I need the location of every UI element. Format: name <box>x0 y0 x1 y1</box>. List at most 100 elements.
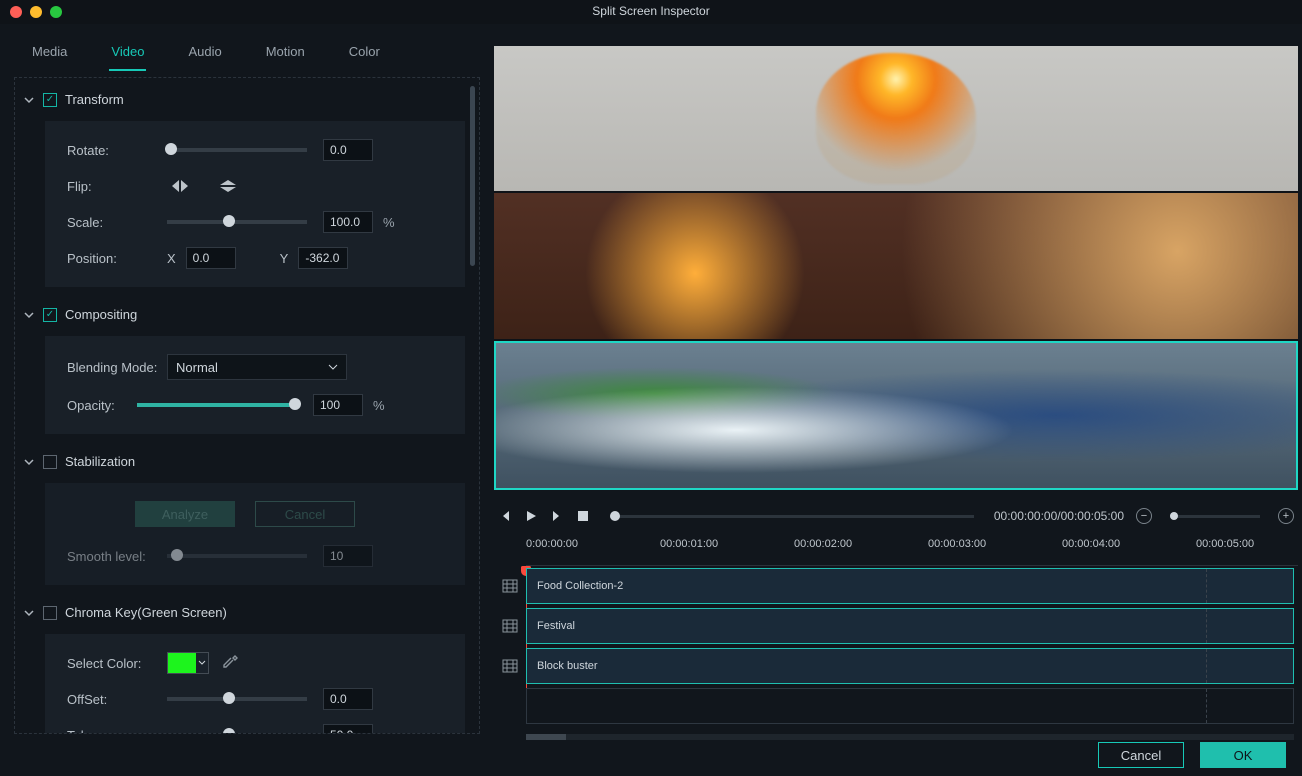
zoom-slider[interactable] <box>1170 515 1260 518</box>
flip-label: Flip: <box>67 179 167 194</box>
playback-bar: 00:00:00:00/00:00:05:00 − + <box>494 502 1298 530</box>
cancel-button[interactable]: Cancel <box>1098 742 1184 768</box>
y-label: Y <box>280 251 289 266</box>
blending-mode-value: Normal <box>176 360 218 375</box>
track-row: Food Collection-2 <box>494 566 1298 606</box>
scale-unit: % <box>383 215 395 230</box>
chevron-down-icon <box>196 653 208 673</box>
offset-slider[interactable] <box>167 697 307 701</box>
next-frame-button[interactable] <box>550 509 564 523</box>
playback-progress[interactable] <box>610 515 974 518</box>
chevron-down-icon <box>328 362 338 372</box>
clip-bar[interactable]: Food Collection-2 <box>526 568 1294 604</box>
chevron-down-icon <box>23 456 35 468</box>
inspector-tabs: Media Video Audio Motion Color <box>14 30 480 71</box>
tab-video[interactable]: Video <box>109 38 146 71</box>
dialog-footer: Cancel OK <box>1098 742 1286 768</box>
tab-audio[interactable]: Audio <box>186 38 223 71</box>
timeline: 0:00:00:00 00:00:01:00 00:00:02:00 00:00… <box>494 536 1298 740</box>
offset-input[interactable] <box>323 688 373 710</box>
preview-pane-1[interactable] <box>494 46 1298 191</box>
inspector-panel: ✓ Transform Rotate: Flip: <box>14 77 480 734</box>
ruler-tick: 00:00:01:00 <box>660 538 718 550</box>
checkbox-chroma[interactable]: ✓ <box>43 606 57 620</box>
offset-label: OffSet: <box>67 692 167 707</box>
checkbox-transform[interactable]: ✓ <box>43 93 57 107</box>
preview-pane-2[interactable] <box>494 193 1298 338</box>
eyedropper-icon[interactable] <box>223 654 239 673</box>
position-y-input[interactable] <box>298 247 348 269</box>
scale-label: Scale: <box>67 215 167 230</box>
opacity-slider[interactable] <box>137 403 297 407</box>
chevron-down-icon <box>23 94 35 106</box>
clip-name: Block buster <box>537 660 598 672</box>
tolerance-slider[interactable] <box>167 733 307 734</box>
tab-color[interactable]: Color <box>347 38 382 71</box>
ruler-tick: 00:00:03:00 <box>928 538 986 550</box>
scale-input[interactable] <box>323 211 373 233</box>
x-label: X <box>167 251 176 266</box>
section-title: Transform <box>65 92 124 107</box>
window-title: Split Screen Inspector <box>0 4 1302 18</box>
scrollbar-thumb[interactable] <box>470 86 475 266</box>
position-x-input[interactable] <box>186 247 236 269</box>
clip-bar[interactable]: Block buster <box>526 648 1294 684</box>
opacity-input[interactable] <box>313 394 363 416</box>
tolerance-label: Tolerance: <box>67 728 167 735</box>
tab-media[interactable]: Media <box>30 38 69 71</box>
section-toggle-compositing[interactable]: ✓ Compositing <box>19 297 467 336</box>
stabilization-cancel-button[interactable]: Cancel <box>255 501 355 527</box>
select-color-label: Select Color: <box>67 656 167 671</box>
section-toggle-stabilization[interactable]: ✓ Stabilization <box>19 444 467 483</box>
analyze-button[interactable]: Analyze <box>135 501 235 527</box>
track-icon <box>494 646 526 686</box>
track-icon <box>494 686 526 726</box>
smooth-input[interactable] <box>323 545 373 567</box>
section-toggle-chroma[interactable]: ✓ Chroma Key(Green Screen) <box>19 595 467 634</box>
chevron-down-icon <box>23 607 35 619</box>
checkbox-stabilization[interactable]: ✓ <box>43 455 57 469</box>
rotate-slider[interactable] <box>167 148 307 152</box>
section-title: Stabilization <box>65 454 135 469</box>
flip-horizontal-icon[interactable] <box>167 175 193 197</box>
timecode-display: 00:00:00:00/00:00:05:00 <box>994 509 1124 523</box>
section-title: Chroma Key(Green Screen) <box>65 605 227 620</box>
ok-button[interactable]: OK <box>1200 742 1286 768</box>
track-row: Festival <box>494 606 1298 646</box>
opacity-label: Opacity: <box>67 398 137 413</box>
zoom-out-button[interactable]: − <box>1136 508 1152 524</box>
tolerance-input[interactable] <box>323 724 373 734</box>
track-row <box>494 686 1298 726</box>
prev-frame-button[interactable] <box>498 509 512 523</box>
rotate-input[interactable] <box>323 139 373 161</box>
clip-bar[interactable]: Festival <box>526 608 1294 644</box>
tab-motion[interactable]: Motion <box>264 38 307 71</box>
opacity-unit: % <box>373 398 385 413</box>
ruler-tick: 00:00:05:00 <box>1196 538 1254 550</box>
smooth-slider[interactable] <box>167 554 307 558</box>
rotate-label: Rotate: <box>67 143 167 158</box>
preview-pane-3[interactable] <box>494 341 1298 490</box>
position-label: Position: <box>67 251 167 266</box>
chevron-down-icon <box>23 309 35 321</box>
clip-name: Food Collection-2 <box>537 580 623 592</box>
checkbox-compositing[interactable]: ✓ <box>43 308 57 322</box>
empty-clip-bar[interactable] <box>526 688 1294 724</box>
blending-label: Blending Mode: <box>67 360 167 375</box>
section-toggle-transform[interactable]: ✓ Transform <box>19 82 467 121</box>
stop-button[interactable] <box>576 509 590 523</box>
timeline-ruler[interactable]: 0:00:00:00 00:00:01:00 00:00:02:00 00:00… <box>526 536 1298 566</box>
blending-mode-select[interactable]: Normal <box>167 354 347 380</box>
play-button[interactable] <box>524 509 538 523</box>
track-icon <box>494 606 526 646</box>
smooth-label: Smooth level: <box>67 549 167 564</box>
flip-vertical-icon[interactable] <box>215 175 241 197</box>
chroma-color-swatch[interactable] <box>167 652 209 674</box>
zoom-in-button[interactable]: + <box>1278 508 1294 524</box>
timeline-hscroll[interactable] <box>526 734 1294 740</box>
preview-area <box>494 46 1298 490</box>
clip-name: Festival <box>537 620 575 632</box>
scale-slider[interactable] <box>167 220 307 224</box>
track-row: Block buster <box>494 646 1298 686</box>
ruler-tick: 00:00:04:00 <box>1062 538 1120 550</box>
